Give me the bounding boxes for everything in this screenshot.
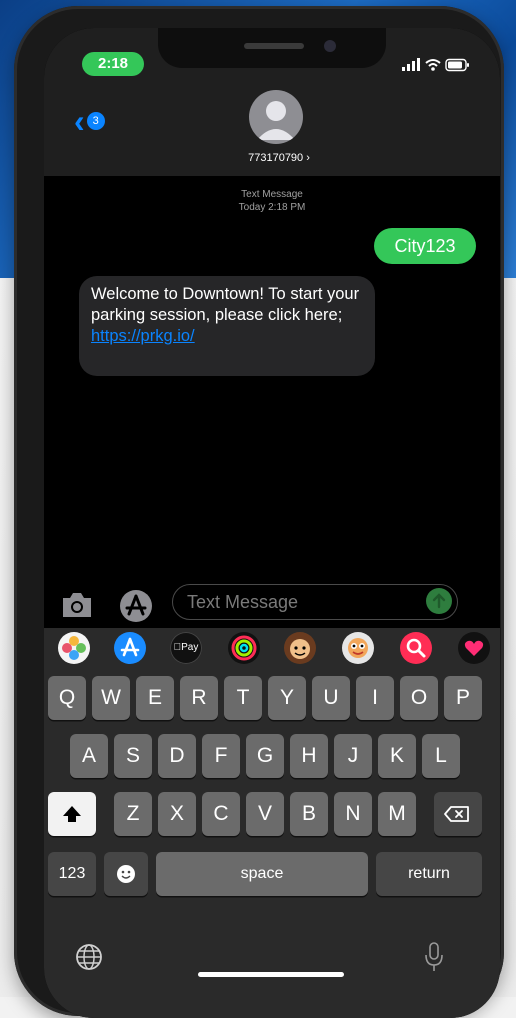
received-message-bubble[interactable]: Welcome to Downtown! To start your parki… bbox=[79, 276, 375, 376]
key-c[interactable]: C bbox=[202, 792, 240, 836]
key-v[interactable]: V bbox=[246, 792, 284, 836]
globe-icon[interactable] bbox=[74, 942, 104, 972]
backspace-icon bbox=[444, 806, 469, 822]
shift-key[interactable] bbox=[48, 792, 96, 836]
key-s[interactable]: S bbox=[114, 734, 152, 778]
message-time-label: Today 2:18 PM bbox=[238, 202, 306, 213]
imessage-app-strip: Pay bbox=[44, 628, 500, 668]
memoji-stickers-icon[interactable] bbox=[342, 632, 374, 664]
home-indicator[interactable] bbox=[198, 972, 344, 977]
key-n[interactable]: N bbox=[334, 792, 372, 836]
key-p[interactable]: P bbox=[444, 676, 482, 720]
front-camera bbox=[324, 40, 336, 52]
key-g[interactable]: G bbox=[246, 734, 284, 778]
key-m[interactable]: M bbox=[378, 792, 416, 836]
received-message-text: Welcome to Downtown! To start your parki… bbox=[91, 285, 360, 324]
speaker-grille bbox=[244, 43, 304, 49]
app-store-apps-icon[interactable] bbox=[118, 588, 154, 624]
chevron-left-icon: ‹ bbox=[74, 103, 85, 139]
phone-screen: 2:18 ‹ 3 773170790 › Text Message Today … bbox=[44, 28, 500, 1018]
status-icons bbox=[402, 58, 469, 72]
person-icon bbox=[257, 101, 295, 140]
key-q[interactable]: Q bbox=[48, 676, 86, 720]
contact-avatar[interactable] bbox=[249, 90, 303, 144]
key-e[interactable]: E bbox=[136, 676, 174, 720]
battery-icon bbox=[445, 58, 469, 72]
key-o[interactable]: O bbox=[400, 676, 438, 720]
key-j[interactable]: J bbox=[334, 734, 372, 778]
wifi-icon bbox=[425, 59, 441, 71]
memoji-icon[interactable] bbox=[284, 632, 316, 664]
key-f[interactable]: F bbox=[202, 734, 240, 778]
key-l[interactable]: L bbox=[422, 734, 460, 778]
arrow-up-icon bbox=[432, 593, 446, 609]
sent-message-bubble[interactable]: City123 bbox=[374, 228, 476, 264]
keyboard: Q W E R T Y U I O P A S D F G H J K L Z … bbox=[44, 668, 500, 1018]
return-key[interactable]: return bbox=[376, 852, 482, 896]
unread-badge: 3 bbox=[86, 112, 105, 130]
key-h[interactable]: H bbox=[290, 734, 328, 778]
message-link[interactable]: https://prkg.io/ bbox=[91, 327, 195, 345]
key-i[interactable]: I bbox=[356, 676, 394, 720]
contact-number[interactable]: 773170790 › bbox=[234, 152, 324, 164]
activity-icon[interactable] bbox=[228, 632, 260, 664]
camera-icon[interactable] bbox=[60, 590, 94, 620]
emoji-icon bbox=[117, 865, 135, 883]
key-d[interactable]: D bbox=[158, 734, 196, 778]
message-input[interactable]: Text Message bbox=[172, 584, 458, 620]
key-w[interactable]: W bbox=[92, 676, 130, 720]
digital-touch-icon[interactable] bbox=[458, 632, 490, 664]
message-timestamp: Text Message Today 2:18 PM bbox=[44, 188, 500, 214]
notch bbox=[158, 28, 386, 68]
apple-pay-icon[interactable]: Pay bbox=[170, 632, 202, 664]
search-images-icon[interactable] bbox=[400, 632, 432, 664]
signal-icon bbox=[402, 58, 420, 71]
key-a[interactable]: A bbox=[70, 734, 108, 778]
send-button[interactable] bbox=[426, 588, 452, 614]
delete-key[interactable] bbox=[434, 792, 482, 836]
message-type-label: Text Message bbox=[241, 189, 303, 200]
key-k[interactable]: K bbox=[378, 734, 416, 778]
space-key[interactable]: space bbox=[156, 852, 368, 896]
key-b[interactable]: B bbox=[290, 792, 328, 836]
key-z[interactable]: Z bbox=[114, 792, 152, 836]
phone-frame: 2:18 ‹ 3 773170790 › Text Message Today … bbox=[14, 6, 504, 1018]
app-store-icon[interactable] bbox=[114, 632, 146, 664]
key-y[interactable]: Y bbox=[268, 676, 306, 720]
photos-icon[interactable] bbox=[58, 632, 90, 664]
status-time[interactable]: 2:18 bbox=[82, 52, 144, 76]
key-u[interactable]: U bbox=[312, 676, 350, 720]
shift-arrow-icon bbox=[63, 806, 81, 822]
compose-bar: Text Message bbox=[44, 584, 500, 628]
numbers-key[interactable]: 123 bbox=[48, 852, 96, 896]
key-t[interactable]: T bbox=[224, 676, 262, 720]
microphone-icon[interactable] bbox=[422, 940, 446, 974]
key-x[interactable]: X bbox=[158, 792, 196, 836]
back-button[interactable]: ‹ 3 bbox=[74, 104, 124, 138]
emoji-key[interactable] bbox=[104, 852, 148, 896]
key-r[interactable]: R bbox=[180, 676, 218, 720]
